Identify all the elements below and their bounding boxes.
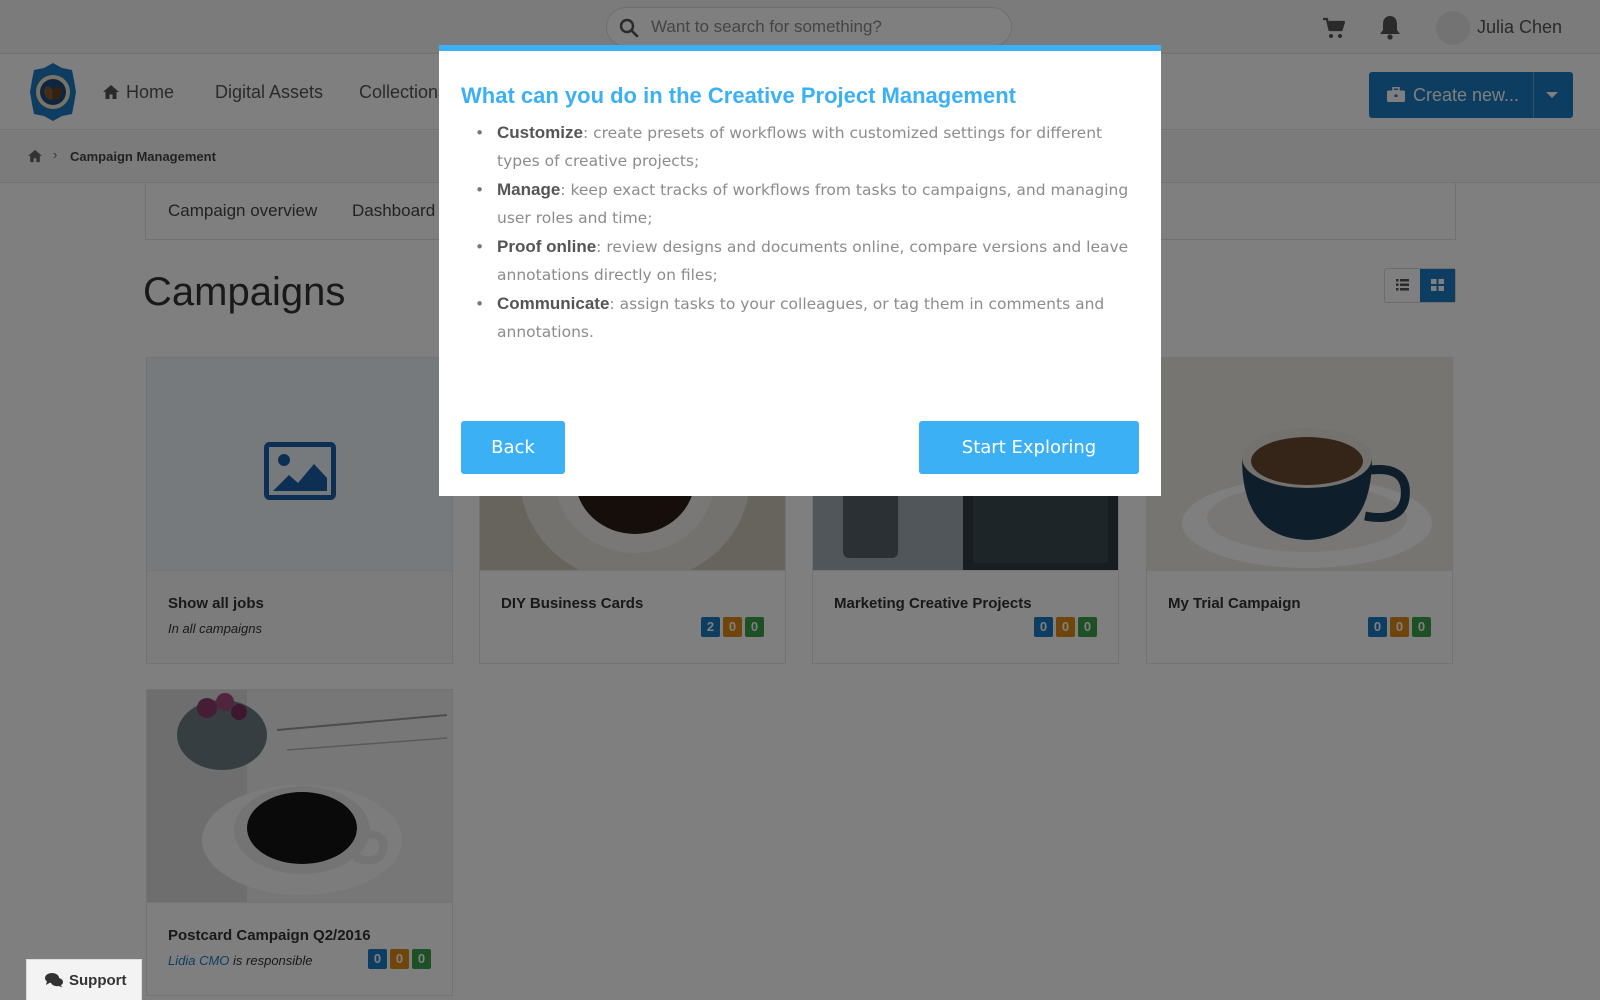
modal-title: What can you do in the Creative Project … <box>461 83 1016 108</box>
support-label: Support <box>69 972 127 989</box>
start-exploring-button[interactable]: Start Exploring <box>919 421 1139 474</box>
back-button[interactable]: Back <box>461 421 565 474</box>
feature-term: Customize <box>497 123 583 142</box>
feature-item-communicate: Communicate: assign tasks to your collea… <box>475 290 1137 346</box>
feature-item-manage: Manage: keep exact tracks of workflows f… <box>475 176 1137 232</box>
feature-item-proof-online: Proof online: review designs and documen… <box>475 233 1137 289</box>
feature-text: : keep exact tracks of workflows from ta… <box>497 181 1129 227</box>
feature-list: Customize: create presets of workflows w… <box>475 119 1137 347</box>
support-button[interactable]: Support <box>26 959 142 1000</box>
feature-text: : create presets of workflows with custo… <box>497 124 1103 170</box>
feature-term: Communicate <box>497 294 610 313</box>
feature-term: Proof online <box>497 237 597 256</box>
feature-term: Manage <box>497 180 561 199</box>
onboarding-modal: What can you do in the Creative Project … <box>439 45 1161 496</box>
feature-item-customize: Customize: create presets of workflows w… <box>475 119 1137 175</box>
chat-icon <box>45 973 63 988</box>
